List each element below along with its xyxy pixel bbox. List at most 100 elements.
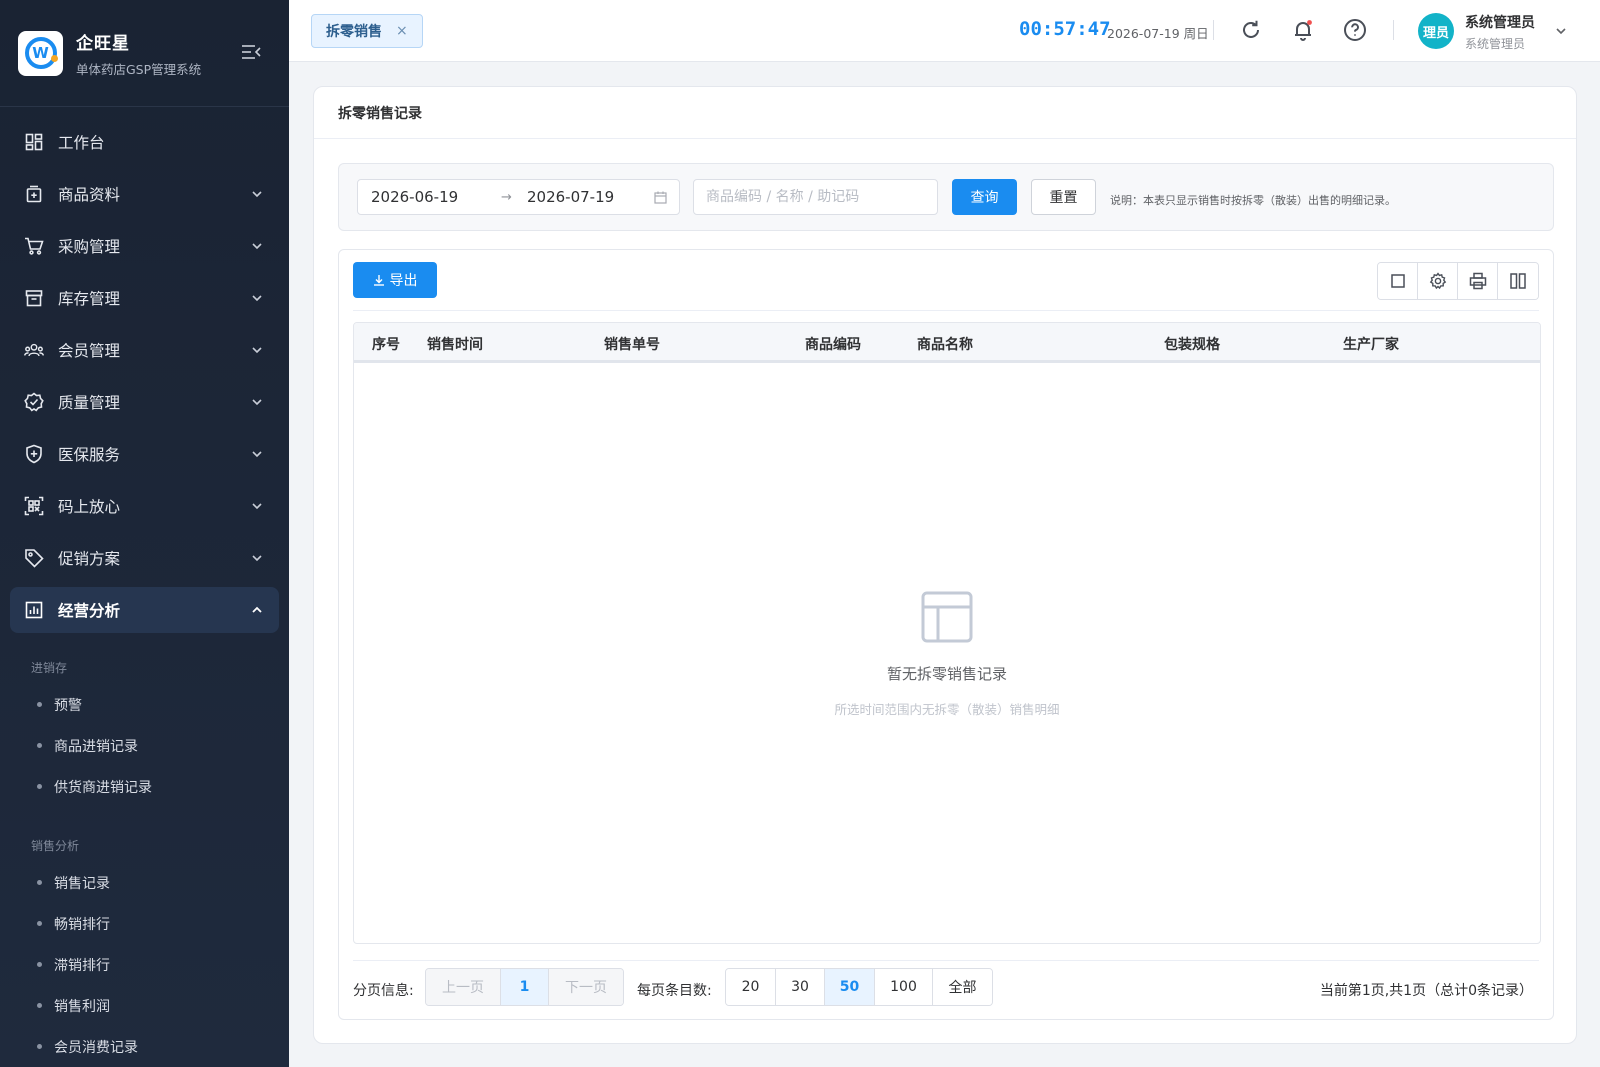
brand: W 企旺星 单体药店GSP管理系统 — [0, 0, 289, 107]
page-size-option[interactable]: 20 — [726, 969, 776, 1005]
bullet-dot — [37, 880, 42, 885]
page-size-option[interactable]: 全部 — [933, 969, 992, 1005]
bullet-dot — [37, 921, 42, 926]
bullet-dot — [37, 1044, 42, 1049]
submenu-item-sales-profit[interactable]: 销售利润 — [0, 985, 289, 1026]
sidebar-item-quality[interactable]: 质量管理 — [10, 379, 279, 425]
tab-close-icon[interactable]: × — [396, 23, 408, 39]
sidebar-item-members[interactable]: 会员管理 — [10, 327, 279, 373]
page-size-option[interactable]: 30 — [776, 969, 825, 1005]
fullscreen-button[interactable] — [1378, 263, 1418, 299]
help-icon[interactable] — [1343, 18, 1367, 42]
calendar-icon — [654, 191, 667, 204]
page-size-option[interactable]: 100 — [875, 969, 933, 1005]
brand-logo: W — [18, 30, 63, 76]
submenu-group-title: 进销存 — [31, 661, 68, 675]
submenu-item-label: 供货商进销记录 — [54, 779, 152, 796]
table-header: 序号 销售时间 销售单号 商品编码 商品名称 包装规格 生产厂家 — [354, 323, 1540, 363]
sidebar-item-trace-code[interactable]: 码上放心 — [10, 483, 279, 529]
chevron-down-icon — [252, 243, 262, 250]
column-header-product-code[interactable]: 商品编码 — [805, 334, 861, 354]
records-table: 序号 销售时间 销售单号 商品编码 商品名称 包装规格 生产厂家 暂无拆零销售记… — [353, 322, 1541, 944]
sidebar-item-label: 码上放心 — [58, 498, 121, 516]
export-label: 导出 — [389, 273, 418, 289]
export-button[interactable]: 导出 — [353, 262, 437, 298]
next-page-button[interactable]: 下一页 — [549, 969, 623, 1005]
submenu-item-supplier-flow[interactable]: 供货商进销记录 — [0, 766, 289, 807]
chevron-down-icon — [252, 503, 262, 510]
bullet-dot — [37, 702, 42, 707]
sidebar-item-products[interactable]: 商品资料 — [10, 171, 279, 217]
page-number-button[interactable]: 1 — [501, 969, 549, 1005]
quality-badge-icon — [24, 392, 44, 412]
column-header-sale-number[interactable]: 销售单号 — [604, 334, 660, 354]
settings-button[interactable] — [1418, 263, 1458, 299]
chevron-down-icon — [252, 555, 262, 562]
sidebar-item-promotions[interactable]: 促销方案 — [10, 535, 279, 581]
divider — [353, 310, 1539, 311]
members-icon — [24, 340, 44, 360]
submenu-item-slow-sellers[interactable]: 滞销排行 — [0, 944, 289, 985]
tab-label: 拆零销售 — [326, 24, 382, 40]
sidebar-item-dashboard[interactable]: 工作台 — [10, 119, 279, 165]
chevron-down-icon — [252, 399, 262, 406]
submenu-item-member-consumption[interactable]: 会员消费记录 — [0, 1026, 289, 1067]
column-header-index[interactable]: 序号 — [372, 334, 400, 354]
bell-icon[interactable] — [1291, 18, 1315, 42]
tag-icon — [24, 548, 44, 568]
tab-split-sales[interactable]: 拆零销售 × — [311, 14, 423, 48]
sidebar-item-inventory[interactable]: 库存管理 — [10, 275, 279, 321]
submenu-item-best-sellers[interactable]: 畅销排行 — [0, 903, 289, 944]
collapse-menu-icon[interactable] — [241, 44, 261, 60]
submenu-group-title: 销售分析 — [31, 839, 80, 853]
sidebar-item-analysis[interactable]: 经营分析 — [10, 587, 279, 633]
date-range-picker[interactable]: 2026-06-19 → 2026-07-19 — [357, 179, 680, 215]
chevron-down-icon[interactable] — [1555, 25, 1567, 37]
pager-info: 当前第1页,共1页（总计0条记录） — [1319, 983, 1533, 999]
empty-state: 暂无拆零销售记录 所选时间范围内无拆零（散装）销售明细 — [354, 591, 1540, 718]
columns-button[interactable] — [1498, 263, 1538, 299]
divider — [1213, 20, 1214, 40]
page-size-option[interactable]: 50 — [825, 969, 875, 1005]
column-header-package-spec[interactable]: 包装规格 — [1164, 334, 1220, 354]
sidebar-item-insurance[interactable]: 医保服务 — [10, 431, 279, 477]
submenu-item-warning[interactable]: 预警 — [0, 684, 289, 725]
submenu-item-sales-records[interactable]: 销售记录 — [0, 862, 289, 903]
search-input[interactable] — [693, 179, 938, 215]
refresh-icon[interactable] — [1239, 18, 1263, 42]
sidebar-item-purchase[interactable]: 采购管理 — [10, 223, 279, 269]
submenu-item-label: 畅销排行 — [54, 916, 110, 933]
submenu-item-label: 销售利润 — [54, 998, 110, 1015]
sidebar-item-label: 库存管理 — [58, 290, 121, 308]
square-icon — [1390, 274, 1405, 288]
column-header-sale-time[interactable]: 销售时间 — [427, 334, 483, 354]
submenu-item-label: 会员消费记录 — [54, 1039, 138, 1056]
printer-icon — [1469, 272, 1486, 290]
end-date[interactable]: 2026-07-19 — [527, 188, 614, 206]
reset-button[interactable]: 重置 — [1031, 179, 1096, 215]
prev-page-button[interactable]: 上一页 — [426, 969, 501, 1005]
date-range-separator: → — [501, 189, 512, 205]
column-header-product-name[interactable]: 商品名称 — [917, 334, 973, 354]
start-date[interactable]: 2026-06-19 — [371, 188, 458, 206]
column-header-manufacturer[interactable]: 生产厂家 — [1343, 334, 1399, 354]
query-button[interactable]: 查询 — [952, 179, 1017, 215]
chevron-down-icon — [252, 191, 262, 198]
sidebar-item-label: 质量管理 — [58, 394, 121, 412]
bullet-dot — [37, 1003, 42, 1008]
chevron-down-icon — [252, 451, 262, 458]
user-name[interactable]: 系统管理员 — [1465, 12, 1535, 32]
bullet-dot — [37, 784, 42, 789]
archive-icon — [24, 288, 44, 308]
print-button[interactable] — [1458, 263, 1498, 299]
sidebar-item-label: 医保服务 — [58, 446, 121, 464]
page-navigation: 上一页 1 下一页 — [425, 968, 624, 1006]
submenu-item-product-flow[interactable]: 商品进销记录 — [0, 725, 289, 766]
sidebar-item-label: 会员管理 — [58, 342, 121, 360]
qrcode-icon — [24, 496, 44, 516]
sidebar: W 企旺星 单体药店GSP管理系统 工作台 商品资料 采购管理 库存管理 会员管… — [0, 0, 289, 1067]
cart-icon — [24, 236, 44, 256]
chevron-down-icon — [252, 295, 262, 302]
per-page-label: 每页条目数: — [637, 983, 712, 999]
avatar[interactable]: 理员 — [1418, 13, 1454, 49]
